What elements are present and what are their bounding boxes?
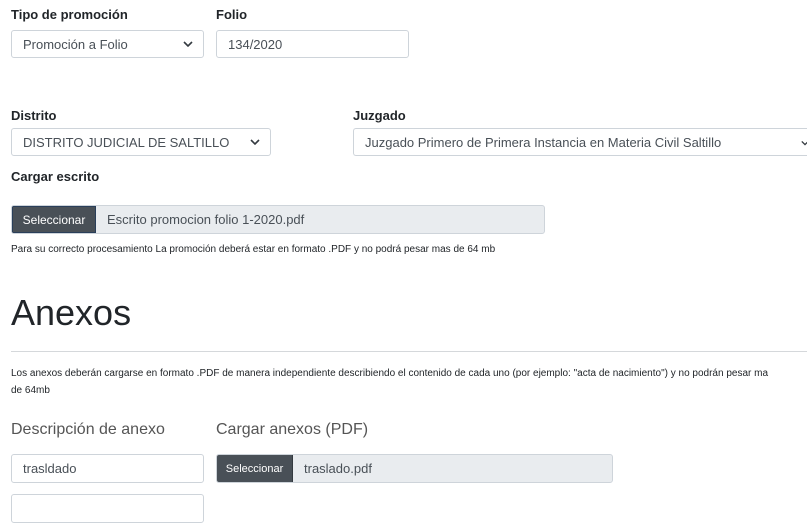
folio-input[interactable]: 134/2020 xyxy=(216,30,409,58)
tipo-promocion-select[interactable]: Promoción a Folio xyxy=(11,30,204,58)
anexos-heading: Anexos xyxy=(11,292,132,333)
folio-value: 134/2020 xyxy=(228,36,283,52)
cargar-anexos-header: Cargar anexos (PDF) xyxy=(216,421,369,438)
chevron-down-icon xyxy=(183,41,193,47)
juzgado-label: Juzgado xyxy=(353,108,406,123)
descripcion-anexo-header: Descripción de anexo xyxy=(11,421,165,438)
anexos-note-line1: Los anexos deberán cargarse en formato .… xyxy=(11,368,769,379)
anexo-descripcion-value: trasldado xyxy=(23,461,77,476)
distrito-select[interactable]: DISTRITO JUDICIAL DE SALTILLO xyxy=(11,128,271,156)
seleccionar-escrito-button[interactable]: Seleccionar xyxy=(12,206,96,233)
chevron-down-icon xyxy=(250,139,260,145)
escrito-file-input[interactable]: Seleccionar Escrito promocion folio 1-20… xyxy=(11,205,545,234)
anexo-descripcion-input[interactable]: trasldado xyxy=(11,454,204,483)
folio-label: Folio xyxy=(216,7,248,22)
tipo-promocion-value: Promoción a Folio xyxy=(23,36,128,52)
anexos-divider xyxy=(11,351,807,352)
juzgado-select[interactable]: Juzgado Primero de Primera Instancia en … xyxy=(353,128,807,156)
seleccionar-anexo-button[interactable]: Seleccionar xyxy=(217,455,293,482)
anexo-filename: traslado.pdf xyxy=(304,461,372,476)
distrito-label: Distrito xyxy=(11,108,57,123)
tipo-promocion-label: Tipo de promoción xyxy=(11,7,128,22)
juzgado-value: Juzgado Primero de Primera Instancia en … xyxy=(365,134,722,150)
anexos-note-line2: de 64mb xyxy=(11,385,50,396)
cargar-escrito-label: Cargar escrito xyxy=(11,169,100,184)
anexo-descripcion-input-empty[interactable] xyxy=(11,494,204,523)
distrito-value: DISTRITO JUDICIAL DE SALTILLO xyxy=(23,134,230,150)
escrito-help-text: Para su correcto procesamiento La promoc… xyxy=(11,244,496,255)
chevron-down-icon xyxy=(801,140,807,146)
escrito-filename: Escrito promocion folio 1-2020.pdf xyxy=(107,212,305,227)
anexo-file-input[interactable]: Seleccionar traslado.pdf xyxy=(216,454,613,483)
